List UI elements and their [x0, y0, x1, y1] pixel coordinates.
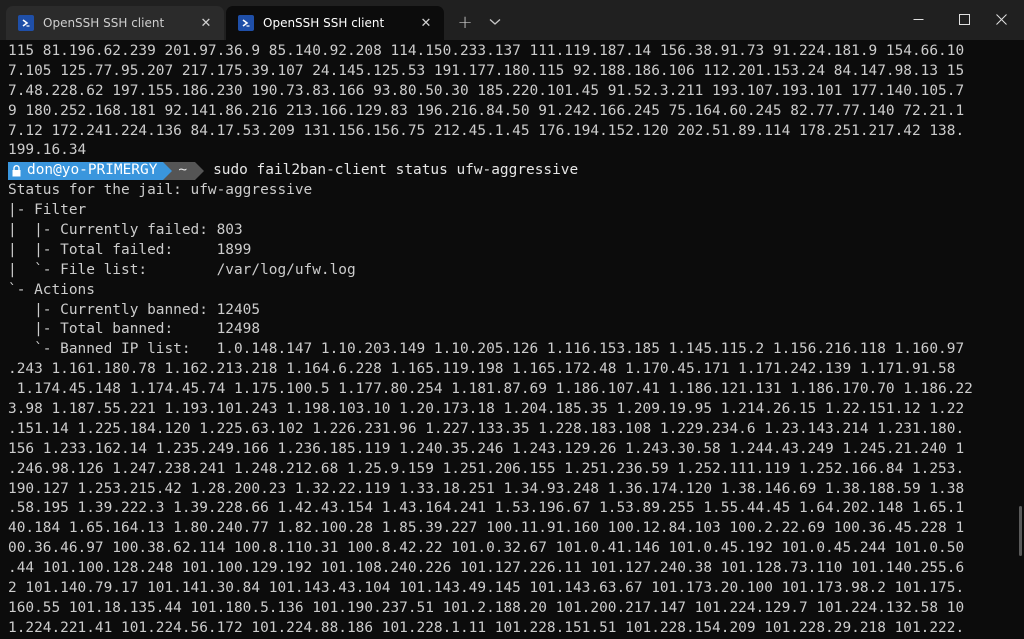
prompt-separator — [163, 162, 173, 181]
shell-prompt: don@yo-PRIMERGY ~ sudo fail2ban-client s… — [8, 161, 1018, 181]
prompt-command: sudo fail2ban-client status ufw-aggressi… — [213, 162, 579, 179]
powershell-icon — [238, 15, 254, 31]
tab-dropdown-button[interactable] — [482, 10, 508, 34]
terminal-line: 40.184 1.65.164.13 1.80.240.77 1.82.100.… — [8, 520, 965, 537]
output-after-prompt: Status for the jail: ufw-aggressive |- Fi… — [8, 181, 1018, 638]
terminal-line: 2 101.140.79.17 101.141.30.84 101.143.43… — [8, 580, 965, 597]
tab-title: OpenSSH SSH client — [43, 16, 165, 30]
new-tab-button[interactable]: + — [452, 10, 478, 34]
terminal-line: 9 180.252.168.181 92.141.86.216 213.166.… — [8, 102, 965, 119]
scrollbar-thumb[interactable] — [1019, 506, 1022, 556]
terminal-line: Status for the jail: ufw-aggressive — [8, 182, 313, 199]
terminal-line: 190.127 1.253.215.42 1.28.200.23 1.32.22… — [8, 480, 965, 497]
terminal-line: .44 101.100.128.248 101.100.129.192 101.… — [8, 560, 965, 577]
terminal-line: 7.48.228.62 197.155.186.230 190.73.83.16… — [8, 82, 965, 99]
terminal-line: .58.195 1.39.222.3 1.39.228.66 1.42.43.1… — [8, 500, 965, 517]
maximize-icon — [958, 13, 970, 25]
tab-openssh-2[interactable]: OpenSSH SSH client ✕ — [226, 6, 444, 40]
close-icon — [995, 13, 1007, 25]
chevron-down-icon — [489, 19, 501, 25]
terminal-line: |- Currently banned: 12405 — [8, 301, 261, 318]
tab-openssh-1[interactable]: OpenSSH SSH client ✕ — [6, 6, 224, 40]
close-tab-icon[interactable]: ✕ — [414, 11, 438, 35]
terminal-line: .243 1.161.180.78 1.162.213.218 1.164.6.… — [8, 361, 956, 378]
terminal-scrollbar[interactable] — [1018, 40, 1024, 639]
terminal-line: 1.174.45.148 1.174.45.74 1.175.100.5 1.1… — [8, 381, 973, 398]
prompt-user-segment: don@yo-PRIMERGY — [8, 162, 164, 181]
title-bar[interactable]: OpenSSH SSH client ✕ OpenSSH SSH client … — [0, 0, 1024, 40]
terminal-output[interactable]: 115 81.196.62.239 201.97.36.9 85.140.92.… — [0, 40, 1018, 639]
terminal-line: | |- Total failed: 1899 — [8, 241, 252, 258]
terminal-line: | |- Currently failed: 803 — [8, 222, 243, 239]
terminal-line: `- Actions — [8, 281, 95, 298]
prompt-dir-segment: ~ — [172, 162, 196, 181]
terminal-line: 156 1.233.162.14 1.235.249.166 1.236.185… — [8, 440, 965, 457]
terminal-line: 160.55 101.18.135.44 101.180.5.136 101.1… — [8, 599, 965, 616]
close-tab-icon[interactable]: ✕ — [194, 11, 218, 35]
terminal-line: .246.98.126 1.247.238.241 1.248.212.68 1… — [8, 460, 965, 477]
terminal-line: 3.98 1.187.55.221 1.193.101.243 1.198.10… — [8, 401, 965, 418]
output-before-prompt: 115 81.196.62.239 201.97.36.9 85.140.92.… — [8, 42, 1018, 161]
terminal-line: | `- File list: /var/log/ufw.log — [8, 261, 356, 278]
minimize-icon — [913, 18, 923, 20]
prompt-dir: ~ — [178, 162, 188, 179]
lock-icon — [12, 165, 21, 177]
terminal-line: 1.224.221.41 101.224.56.172 101.224.88.1… — [8, 619, 965, 636]
terminal-line: 7.12 172.241.224.136 84.17.53.209 131.15… — [8, 122, 965, 139]
close-window-button[interactable] — [978, 0, 1024, 38]
powershell-icon — [18, 15, 34, 31]
prompt-user: don@yo-PRIMERGY — [27, 162, 158, 179]
prompt-separator — [195, 162, 205, 181]
terminal-window: OpenSSH SSH client ✕ OpenSSH SSH client … — [0, 0, 1024, 639]
terminal-line: 199.16.34 — [8, 142, 87, 159]
terminal-line: 115 81.196.62.239 201.97.36.9 85.140.92.… — [8, 43, 965, 59]
terminal-line: |- Filter — [8, 202, 87, 219]
terminal-line: `- Banned IP list: 1.0.148.147 1.10.203.… — [8, 341, 965, 358]
minimize-button[interactable] — [895, 0, 941, 38]
terminal-line: .151.14 1.225.184.120 1.225.63.102 1.226… — [8, 420, 965, 437]
tab-title: OpenSSH SSH client — [263, 16, 385, 30]
terminal-line: 7.105 125.77.95.207 217.175.39.107 24.14… — [8, 62, 965, 79]
terminal-line: 00.36.46.97 100.38.62.114 100.8.110.31 1… — [8, 540, 965, 557]
terminal-line: |- Total banned: 12498 — [8, 321, 261, 338]
